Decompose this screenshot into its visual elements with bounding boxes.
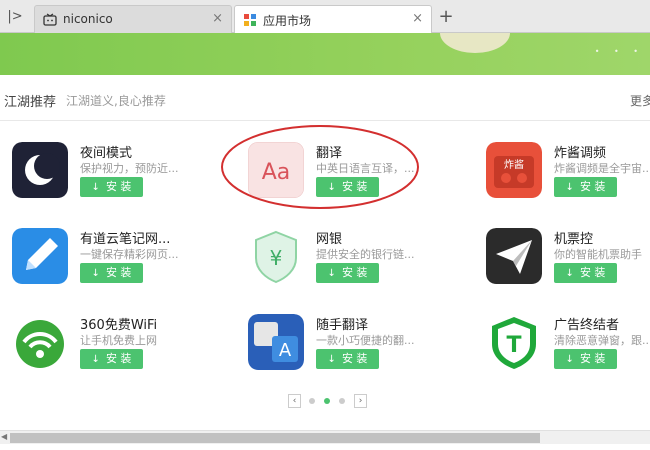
install-label: 安 装 [341,266,368,279]
download-icon: ↓ [565,354,574,365]
sidebar-toggle-button[interactable]: |> [4,6,26,28]
install-label: 安 装 [341,352,368,365]
app-description: 让手机免费上网 [80,334,157,347]
install-button[interactable]: ↓ 安 装 [316,263,379,283]
page-dot[interactable] [309,398,315,404]
tab-close-icon[interactable]: × [212,11,223,26]
new-tab-button[interactable]: + [436,7,456,27]
install-label: 安 装 [105,352,132,365]
tab-bar: |> niconico × 应用市场 × + [0,0,650,34]
install-button[interactable]: ↓ 安 装 [554,263,617,283]
app-description: 保护视力，预防近... [80,162,179,175]
banner-decoration [440,33,510,53]
app-card-ticket[interactable]: 机票控 你的智能机票助手 ↓ 安 装 [486,228,650,294]
app-card-zhajiang-fm[interactable]: 炸酱 炸酱调频 炸酱调频是全宇宙... ↓ 安 装 [486,142,650,208]
tab-close-icon[interactable]: × [412,11,423,26]
page-dot-active[interactable] [324,398,330,404]
next-page-button[interactable]: › [354,394,367,408]
pager: ‹ › [288,394,368,408]
install-button[interactable]: ↓ 安 装 [80,177,143,197]
tab-niconico[interactable]: niconico × [34,5,232,33]
t-shield-icon: T [486,314,542,370]
more-link[interactable]: 更多 [630,92,650,109]
app-card-quick-translate[interactable]: A 随手翻译 一款小巧便捷的翻... ↓ 安 装 [248,314,458,380]
install-label: 安 装 [579,180,606,193]
download-icon: ↓ [565,268,574,279]
moon-icon [12,142,68,198]
download-icon: ↓ [327,268,336,279]
page-bottom [0,444,650,450]
icon-text: 炸酱 [504,158,524,171]
app-card-youdao-note[interactable]: 有道云笔记网... 一键保存精彩网页... ↓ 安 装 [12,228,222,294]
banner[interactable]: • • • [0,33,650,75]
app-description: 提供安全的银行链... [316,248,415,261]
download-icon: ↓ [91,268,100,279]
app-name: 随手翻译 [316,318,369,333]
app-card-online-bank[interactable]: ¥ 网银 提供安全的银行链... ↓ 安 装 [248,228,458,294]
download-icon: ↓ [565,182,574,193]
scrollbar-thumb[interactable] [10,433,540,443]
scroll-left-arrow-icon[interactable]: ◀ [1,432,7,441]
section-subtitle: 江湖道义,良心推荐 [66,94,166,108]
app-name: 网银 [316,232,343,247]
install-label: 安 装 [105,180,132,193]
install-button[interactable]: ↓ 安 装 [80,263,143,283]
app-description: 清除恶意弹窗，跟... [554,334,650,347]
icon-text: A [279,340,292,361]
page-dot[interactable] [339,398,345,404]
install-label: 安 装 [579,352,606,365]
app-card-ad-terminator[interactable]: T 广告终结者 清除恶意弹窗，跟... ↓ 安 装 [486,314,650,380]
download-icon: ↓ [91,354,100,365]
app-description: 炸酱调频是全宇宙... [554,162,650,175]
app-description: 你的智能机票助手 [554,248,642,261]
paper-plane-icon [486,228,542,284]
translate-a-icon: A [248,314,304,370]
install-button[interactable]: ↓ 安 装 [80,349,143,369]
tab-app-market[interactable]: 应用市场 × [234,5,432,34]
app-name: 机票控 [554,232,594,247]
tab-title: 应用市场 [263,14,312,28]
install-button[interactable]: ↓ 安 装 [554,177,617,197]
download-icon: ↓ [91,182,100,193]
app-name: 有道云笔记网... [80,232,171,247]
app-description: 一款小巧便捷的翻... [316,334,415,347]
banner-carousel-dots[interactable]: • • • [595,47,644,56]
section-title: 江湖推荐 [4,95,57,110]
highlight-circle-annotation [221,125,419,209]
icon-text: T [506,333,521,358]
section-header: 江湖推荐 江湖道义,良心推荐 更多 [0,88,650,112]
install-label: 安 装 [579,266,606,279]
prev-page-button[interactable]: ‹ [288,394,301,408]
app-name: 夜间模式 [80,146,133,161]
app-grid-icon [244,14,256,26]
app-name: 广告终结者 [554,318,620,333]
tab-title: niconico [63,12,113,26]
horizontal-scrollbar[interactable]: ◀ [0,430,650,444]
tv-icon [43,13,57,26]
app-card-night-mode[interactable]: 夜间模式 保护视力，预防近... ↓ 安 装 [12,142,222,208]
pen-note-icon [12,228,68,284]
install-label: 安 装 [105,266,132,279]
radio-icon: 炸酱 [486,142,542,198]
app-name: 炸酱调频 [554,146,607,161]
app-card-360-wifi[interactable]: 360免费WiFi 让手机免费上网 ↓ 安 装 [12,314,222,380]
icon-text: ¥ [270,246,283,270]
app-description: 一键保存精彩网页... [80,248,179,261]
app-name: 360免费WiFi [80,318,158,333]
install-button[interactable]: ↓ 安 装 [316,349,379,369]
yuan-shield-icon: ¥ [248,228,304,284]
wifi-icon [12,314,68,370]
install-button[interactable]: ↓ 安 装 [554,349,617,369]
divider [0,120,650,121]
download-icon: ↓ [327,354,336,365]
